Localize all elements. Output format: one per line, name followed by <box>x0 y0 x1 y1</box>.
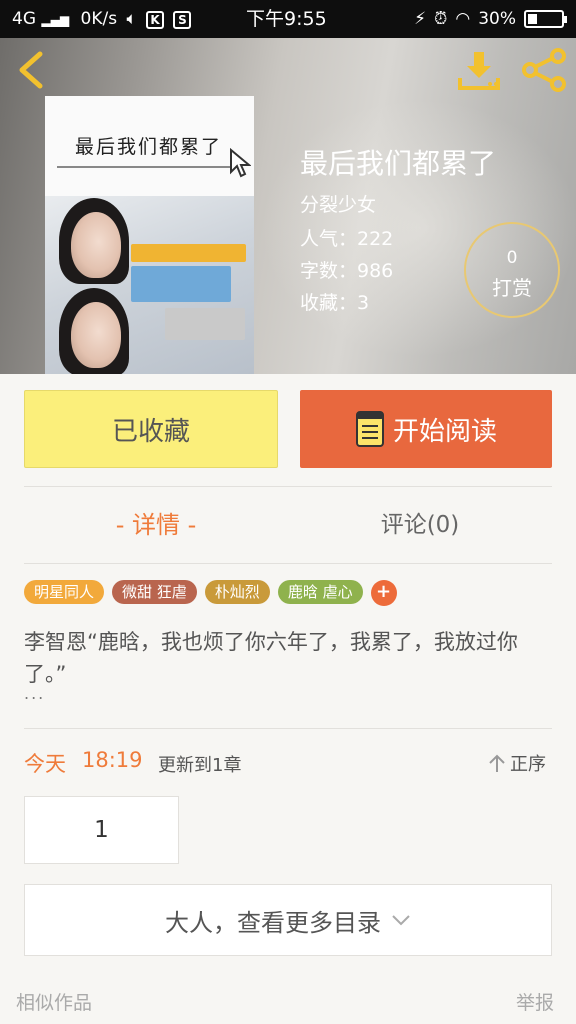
book-cover[interactable]: 最后我们都累了 <box>45 96 254 374</box>
reward-count: 0 <box>506 248 518 268</box>
arrow-up-icon <box>489 754 505 772</box>
status-bar: 4G ▂▄▆ 0K/s 🔈︎ K S 下午9:55 ⚡ ⏰︎ ◠ 30% <box>0 0 576 38</box>
favorite-label: 已收藏 <box>111 416 190 447</box>
tag-item[interactable]: 鹿晗 虐心 <box>277 580 363 604</box>
start-reading-label: 开始阅读 <box>392 416 497 447</box>
intro-more-ellipsis[interactable]: ... <box>24 684 45 703</box>
tab-comments[interactable]: 评论(0) <box>288 490 552 560</box>
author-name[interactable]: 分裂少女 <box>300 190 376 217</box>
chevron-down-icon <box>392 915 410 926</box>
add-tag-button[interactable]: + <box>370 580 397 606</box>
network-indicator: 4G <box>12 9 36 29</box>
popularity-stat: 人气：222 <box>300 228 394 250</box>
status-right: ⚡ ⏰︎ ◠ 30% <box>414 9 567 29</box>
cover-title: 最后我们都累了 <box>75 136 223 158</box>
volume-icon: 🔈︎ <box>126 9 137 29</box>
tag-item[interactable]: 朴灿烈 <box>204 580 270 604</box>
sort-order-button[interactable]: 正序 <box>488 749 546 777</box>
status-time: 下午9:55 <box>246 8 327 30</box>
back-button[interactable] <box>14 50 50 90</box>
back-arrow-icon <box>19 51 43 89</box>
start-reading-button[interactable]: 开始阅读 <box>300 390 552 468</box>
update-day: 今天 <box>24 752 66 776</box>
share-icon <box>522 48 566 92</box>
status-left: 4G ▂▄▆ 0K/s 🔈︎ K S <box>12 9 192 30</box>
divider <box>24 728 552 729</box>
cover-image <box>45 196 254 374</box>
divider <box>24 563 552 564</box>
update-time: 18:19 <box>82 748 143 772</box>
sort-order-label: 正序 <box>510 754 546 775</box>
divider <box>24 486 552 487</box>
book-icon <box>355 411 384 447</box>
favorites-stat: 收藏：3 <box>300 292 370 314</box>
share-button[interactable] <box>520 48 568 92</box>
download-icon <box>458 52 500 90</box>
similar-works-heading: 相似作品 <box>16 992 93 1014</box>
reward-button[interactable]: 0 打赏 <box>464 222 560 318</box>
alarm-icon: ⏰︎ <box>434 9 448 29</box>
book-header: 最后我们都累了 最后我们都累了 分裂少女 人气：222 字数：986 收藏：3 … <box>0 38 576 374</box>
net-speed: 0K/s <box>80 9 118 29</box>
book-intro[interactable]: 李智恩“鹿晗，我也烦了你六年了，我累了，我放过你了。” <box>24 626 554 690</box>
cursor-icon <box>230 148 251 178</box>
tag-item[interactable]: 微甜 狂虐 <box>112 580 197 604</box>
battery-percent: 30% <box>478 9 516 29</box>
tag-list: 明星同人 微甜 狂虐 朴灿烈 鹿晗 虐心 + <box>24 580 397 606</box>
download-button[interactable] <box>456 48 502 92</box>
charging-icon: ⚡ <box>414 9 427 29</box>
favorite-button[interactable]: 已收藏 <box>24 390 278 468</box>
more-catalog-label: 大人，查看更多目录 <box>165 908 381 937</box>
signal-icon: ▂▄▆ <box>41 13 70 27</box>
tag-item[interactable]: 明星同人 <box>24 580 105 604</box>
wifi-icon: ◠ <box>455 9 471 29</box>
book-title: 最后我们都累了 <box>300 147 497 180</box>
more-catalog-button[interactable]: 大人，查看更多目录 <box>24 884 552 956</box>
k-app-icon: K <box>146 11 165 29</box>
chapter-item[interactable]: 1 <box>24 796 179 864</box>
battery-icon <box>524 10 567 28</box>
report-link[interactable]: 举报 <box>516 988 554 1015</box>
tab-detail[interactable]: - 详情 - <box>24 490 288 560</box>
s-app-icon: S <box>173 11 192 29</box>
reward-label: 打赏 <box>492 276 532 300</box>
word-count-stat: 字数：986 <box>300 260 394 282</box>
update-status: 更新到1章 <box>158 755 242 776</box>
